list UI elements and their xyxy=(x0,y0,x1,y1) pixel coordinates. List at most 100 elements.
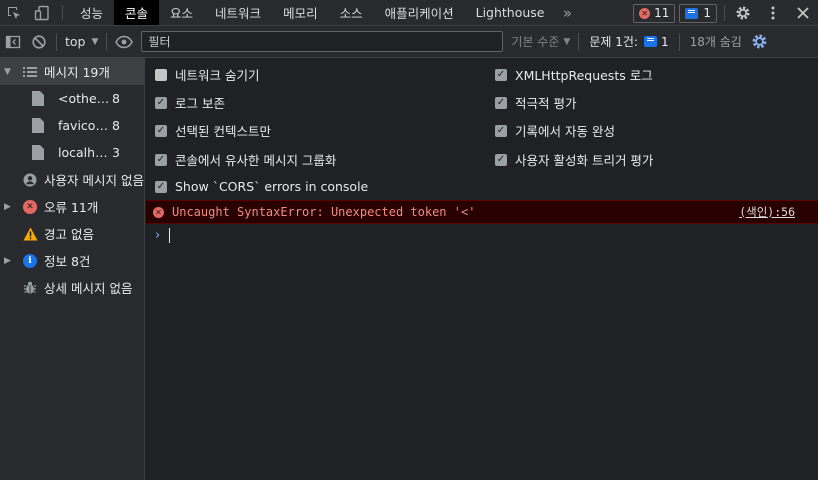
sidebar-item-label: <other> xyxy=(58,91,112,106)
option-label: 선택된 컨텍스트만 xyxy=(175,124,271,139)
option-label: 사용자 활성화 트리거 평가 xyxy=(515,153,654,168)
selected-context-only-option[interactable]: ✓ 선택된 컨텍스트만 xyxy=(155,121,271,140)
toolbar-separator xyxy=(678,32,680,51)
file-icon xyxy=(30,118,46,134)
inspect-element-icon[interactable] xyxy=(0,0,28,25)
console-settings-gear-icon[interactable] xyxy=(748,33,772,50)
issues-button[interactable]: 문제 1건: 1 xyxy=(583,33,674,50)
show-cors-errors-checkbox[interactable]: ✓ xyxy=(155,180,167,193)
chevron-down-icon: ▼ xyxy=(563,36,571,47)
sidebar-item-label: favicon.ico xyxy=(58,118,112,133)
sidebar-item-label: 경고 없음 xyxy=(44,227,94,242)
log-levels-label: 기본 수준 xyxy=(511,35,560,49)
expand-down-arrow-icon[interactable]: ▼ xyxy=(4,67,14,77)
option-label: 콘솔에서 유사한 메시지 그룹화 xyxy=(175,153,337,168)
selected-context-only-checkbox[interactable]: ✓ xyxy=(155,124,167,137)
list-icon xyxy=(22,64,38,80)
error-icon: ✕ xyxy=(22,199,38,215)
preserve-log-checkbox[interactable]: ✓ xyxy=(155,96,167,109)
error-message-text: Uncaught SyntaxError: Unexpected token '… xyxy=(172,205,476,219)
show-cors-errors-option[interactable]: ✓ Show `CORS` errors in console xyxy=(155,179,368,194)
hide-network-checkbox[interactable] xyxy=(155,68,167,81)
devtools-tabbar: 성능 콘솔 요소 네트워크 메모리 소스 애플리케이션 Lighthouse »… xyxy=(0,0,818,26)
toolbar-separator xyxy=(56,32,57,51)
close-icon[interactable] xyxy=(788,0,818,26)
hide-network-option[interactable]: 네트워크 숨기기 xyxy=(155,65,259,84)
message-icon xyxy=(685,7,699,19)
chevron-down-icon: ▼ xyxy=(91,36,99,47)
bug-icon xyxy=(22,280,38,296)
hidden-messages-count: 18개 숨김 xyxy=(689,35,742,49)
message-count: 1 xyxy=(703,6,711,20)
sidebar-item-label: 정보 8건 xyxy=(44,254,91,269)
user-activation-eval-checkbox[interactable]: ✓ xyxy=(495,153,507,166)
file-icon xyxy=(30,145,46,161)
sidebar-item-errors[interactable]: ▶ ✕ 오류 11개 xyxy=(0,193,144,220)
sidebar-toggle-icon[interactable] xyxy=(0,29,26,55)
settings-gear-icon[interactable] xyxy=(728,0,758,26)
log-xhr-option[interactable]: ✓ XMLHttpRequests 로그 xyxy=(495,65,653,84)
prompt-chevron-icon: › xyxy=(155,227,161,243)
tab-application[interactable]: 애플리케이션 xyxy=(374,0,465,25)
sidebar-item-label: 사용자 메시지 없음 xyxy=(44,173,144,188)
user-icon xyxy=(22,172,38,188)
clear-console-icon[interactable] xyxy=(26,29,52,55)
more-tabs-icon[interactable]: » xyxy=(556,0,580,25)
sidebar-item-messages[interactable]: ▼ 메시지 19개 xyxy=(0,58,144,85)
log-levels-dropdown[interactable]: 기본 수준 ▼ xyxy=(511,33,570,50)
tab-separator xyxy=(62,5,63,20)
tab-memory[interactable]: 메모리 xyxy=(272,0,329,25)
group-similar-option[interactable]: ✓ 콘솔에서 유사한 메시지 그룹화 xyxy=(155,150,336,169)
live-expression-eye-icon[interactable] xyxy=(111,29,137,55)
context-label: top xyxy=(65,34,86,49)
error-source-link[interactable]: (색인):56 xyxy=(739,204,795,220)
sidebar-item-localhost[interactable]: localhost 3 xyxy=(0,139,144,166)
more-options-icon[interactable] xyxy=(758,0,788,26)
expand-right-arrow-icon[interactable]: ▶ xyxy=(4,256,14,266)
console-prompt[interactable]: › xyxy=(146,224,818,246)
preserve-log-option[interactable]: ✓ 로그 보존 xyxy=(155,93,225,112)
expand-right-arrow-icon[interactable]: ▶ xyxy=(4,202,14,212)
log-xhr-checkbox[interactable]: ✓ xyxy=(495,68,507,81)
error-count: 11 xyxy=(654,6,670,20)
autocomplete-history-checkbox[interactable]: ✓ xyxy=(495,124,507,137)
sidebar-item-label: 오류 11개 xyxy=(44,200,99,215)
autocomplete-history-option[interactable]: ✓ 기록에서 자동 완성 xyxy=(495,121,615,140)
error-count-badge[interactable]: ✕ 11 xyxy=(633,3,676,23)
console-sidebar: ▼ 메시지 19개 <other> 8 favicon.ico 8 localh… xyxy=(0,58,145,480)
option-label: 로그 보존 xyxy=(175,96,225,111)
sidebar-item-verbose[interactable]: 상세 메시지 없음 xyxy=(0,274,144,301)
sidebar-item-other[interactable]: <other> 8 xyxy=(0,85,144,112)
console-toolbar: top ▼ 기본 수준 ▼ 문제 1건: 1 18개 숨김 xyxy=(0,26,818,58)
tab-elements[interactable]: 요소 xyxy=(159,0,204,25)
option-label: 네트워크 숨기기 xyxy=(175,68,260,83)
issue-message-icon xyxy=(643,36,657,47)
console-settings-pane: 네트워크 숨기기 ✓ 로그 보존 ✓ 선택된 컨텍스트만 ✓ 콘솔에서 유사한 … xyxy=(146,58,818,200)
eager-evaluation-checkbox[interactable]: ✓ xyxy=(495,96,507,109)
sidebar-item-favicon[interactable]: favicon.ico 8 xyxy=(0,112,144,139)
message-count-badge[interactable]: 1 xyxy=(679,3,717,23)
tab-sources[interactable]: 소스 xyxy=(329,0,374,25)
console-error-message[interactable]: ✕ Uncaught SyntaxError: Unexpected token… xyxy=(146,200,818,224)
console-main: 네트워크 숨기기 ✓ 로그 보존 ✓ 선택된 컨텍스트만 ✓ 콘솔에서 유사한 … xyxy=(146,58,818,480)
tab-lighthouse[interactable]: Lighthouse xyxy=(465,0,556,25)
file-icon xyxy=(30,91,46,107)
filter-input[interactable] xyxy=(141,31,504,52)
tab-console[interactable]: 콘솔 xyxy=(114,0,160,25)
device-toolbar-icon[interactable] xyxy=(28,0,56,25)
sidebar-item-count: 8 xyxy=(112,91,120,106)
tab-performance[interactable]: 성능 xyxy=(69,0,114,25)
toolbar-separator xyxy=(578,32,580,51)
eager-evaluation-option[interactable]: ✓ 적극적 평가 xyxy=(495,93,576,112)
context-selector[interactable]: top ▼ xyxy=(61,34,102,49)
toolbar-separator xyxy=(106,32,108,51)
sidebar-item-info[interactable]: ▶ i 정보 8건 xyxy=(0,247,144,274)
sidebar-item-user-messages[interactable]: 사용자 메시지 없음 xyxy=(0,166,144,193)
error-icon: ✕ xyxy=(153,206,164,218)
sidebar-item-label: 상세 메시지 없음 xyxy=(44,281,133,296)
warning-icon xyxy=(22,226,38,242)
tab-network[interactable]: 네트워크 xyxy=(204,0,272,25)
group-similar-checkbox[interactable]: ✓ xyxy=(155,153,167,166)
sidebar-item-warnings[interactable]: 경고 없음 xyxy=(0,220,144,247)
user-activation-eval-option[interactable]: ✓ 사용자 활성화 트리거 평가 xyxy=(495,150,653,169)
